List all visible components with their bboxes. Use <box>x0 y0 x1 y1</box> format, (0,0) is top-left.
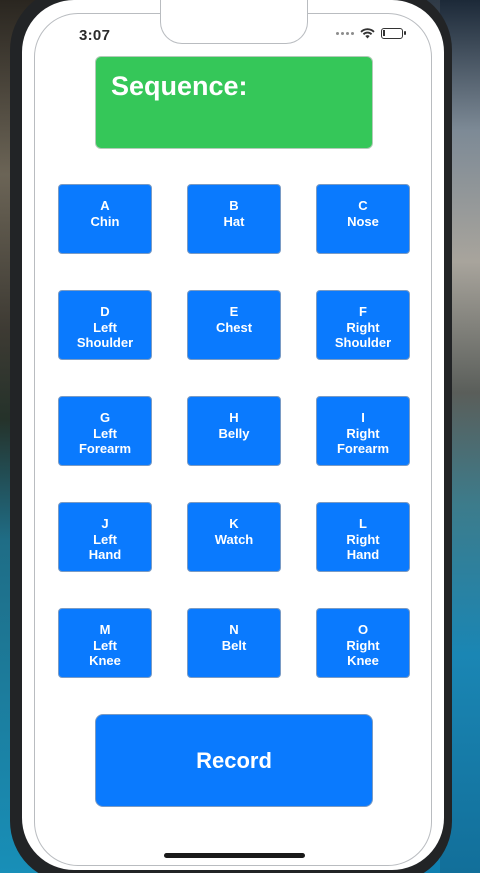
button-line1: Right <box>346 637 380 653</box>
sequence-display: Sequence: <box>95 56 373 149</box>
button-line2: Knee <box>347 653 379 668</box>
button-line1: Watch <box>214 531 254 547</box>
button-line1: Belt <box>221 637 247 653</box>
button-letter: M <box>99 622 111 637</box>
body-point-button-b[interactable]: B Hat <box>187 184 281 254</box>
button-letter: D <box>100 304 110 319</box>
button-line2: Hand <box>88 547 122 562</box>
button-line1: Left <box>93 531 117 547</box>
home-indicator[interactable] <box>164 853 305 858</box>
body-point-button-o[interactable]: O Right Knee <box>316 608 410 678</box>
body-point-button-d[interactable]: D Left Shoulder <box>58 290 152 360</box>
button-line1: Hat <box>223 213 245 229</box>
signal-dots-icon <box>336 32 354 35</box>
body-point-button-k[interactable]: K Watch <box>187 502 281 572</box>
body-point-button-a[interactable]: A Chin <box>58 184 152 254</box>
button-letter: A <box>100 198 110 213</box>
button-line2: Shoulder <box>334 335 392 350</box>
button-line2: Forearm <box>336 441 390 456</box>
button-letter: E <box>229 304 239 319</box>
button-letter: K <box>229 516 239 531</box>
body-point-button-f[interactable]: F Right Shoulder <box>316 290 410 360</box>
button-letter: F <box>359 304 367 319</box>
button-letter: O <box>357 622 369 637</box>
button-line2: Hand <box>346 547 380 562</box>
record-button[interactable]: Record <box>95 714 373 807</box>
body-point-button-c[interactable]: C Nose <box>316 184 410 254</box>
button-line1: Right <box>346 319 380 335</box>
battery-icon <box>381 28 406 39</box>
button-line2: Forearm <box>78 441 132 456</box>
button-line1: Left <box>93 637 117 653</box>
button-line2: Shoulder <box>76 335 134 350</box>
button-letter: B <box>229 198 239 213</box>
body-point-button-g[interactable]: G Left Forearm <box>58 396 152 466</box>
body-point-button-h[interactable]: H Belly <box>187 396 281 466</box>
button-letter: N <box>229 622 239 637</box>
status-icons <box>336 28 406 39</box>
button-letter: J <box>101 516 109 531</box>
body-point-button-i[interactable]: I Right Forearm <box>316 396 410 466</box>
button-letter: I <box>361 410 365 425</box>
body-point-button-n[interactable]: N Belt <box>187 608 281 678</box>
button-line2: Knee <box>89 653 121 668</box>
button-line1: Right <box>346 425 380 441</box>
body-point-button-e[interactable]: E Chest <box>187 290 281 360</box>
button-line1: Belly <box>218 425 250 441</box>
button-line1: Nose <box>347 213 379 229</box>
button-line1: Left <box>93 319 117 335</box>
status-time: 3:07 <box>79 27 111 44</box>
body-point-button-m[interactable]: M Left Knee <box>58 608 152 678</box>
body-point-button-l[interactable]: L Right Hand <box>316 502 410 572</box>
button-line1: Chin <box>90 213 120 229</box>
button-letter: G <box>99 410 111 425</box>
wifi-icon <box>360 28 375 39</box>
button-line1: Left <box>93 425 117 441</box>
button-line1: Chest <box>215 319 253 335</box>
sequence-label: Sequence: <box>111 71 248 101</box>
button-letter: L <box>359 516 367 531</box>
button-letter: C <box>358 198 368 213</box>
notch <box>160 0 308 44</box>
body-point-button-j[interactable]: J Left Hand <box>58 502 152 572</box>
button-line1: Right <box>346 531 380 547</box>
button-letter: H <box>229 410 239 425</box>
